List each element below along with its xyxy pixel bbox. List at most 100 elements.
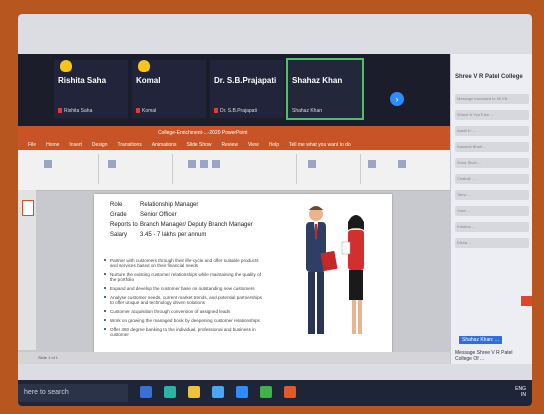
zoom-icon[interactable] — [236, 386, 248, 398]
man-leg — [308, 272, 315, 334]
taskbar-search[interactable]: here to search — [18, 384, 128, 402]
salary-value: 3.45 - 7 lakhs per annum — [140, 232, 207, 238]
bold-icon[interactable] — [188, 160, 196, 168]
bullet-item: Offer 360 degree banking to the individu… — [104, 327, 264, 337]
tab-file[interactable]: File — [28, 140, 36, 150]
participant-name: Rishita Saha — [58, 76, 107, 85]
tab-animations[interactable]: Animations — [152, 140, 177, 150]
grade-key: Grade — [110, 212, 127, 218]
tell-me-search[interactable]: Tell me what you want to do — [289, 140, 351, 150]
chat-message: Tanvi ... — [455, 190, 529, 200]
woman-leg — [358, 300, 362, 334]
tab-view[interactable]: View — [248, 140, 259, 150]
business-people-illustration — [306, 206, 364, 334]
underline-icon[interactable] — [212, 160, 220, 168]
unread-indicator — [521, 296, 532, 306]
participant-sub: Komal — [142, 108, 157, 114]
slide-thumbnails — [18, 190, 36, 350]
monitor-frame: Rishita Saha Rishita Saha Komal Komal Dr… — [18, 14, 532, 406]
role-key: Role — [110, 202, 123, 208]
grade-value: Senior Officer — [140, 212, 177, 218]
tab-home[interactable]: Home — [46, 140, 59, 150]
chat-message: Chaitali ... — [455, 174, 529, 184]
bullet-list: Partner with customers through their lif… — [104, 258, 264, 341]
mic-muted-icon — [214, 108, 218, 114]
man-leg — [317, 272, 324, 334]
raised-hand-icon — [138, 60, 150, 72]
grade-row: Grade Senior Officer — [110, 212, 177, 218]
participant-name: Dr. S.B.Prajapati — [214, 76, 277, 85]
powerpoint-icon[interactable] — [284, 386, 296, 398]
reports-key: Reports to — [110, 222, 138, 228]
chat-recipient-tag[interactable]: Shahaz Khan: ... — [459, 336, 502, 344]
chat-message: Message truncated to 96 KB — [455, 94, 529, 104]
desktop-screen: Rishita Saha Rishita Saha Komal Komal Dr… — [18, 14, 532, 406]
chat-message: Disha ... — [455, 238, 529, 248]
paper-sheet — [341, 241, 351, 255]
bullet-item: Expand and develop the customer base on … — [104, 286, 264, 291]
bullet-item: Nurture the existing customer relationsh… — [104, 272, 264, 282]
tab-slideshow[interactable]: Slide Show — [187, 140, 212, 150]
windows-taskbar: here to search ENG IN — [18, 380, 532, 406]
paste-icon[interactable] — [44, 160, 52, 168]
mic-muted-icon — [58, 108, 62, 114]
man-tie — [315, 224, 317, 238]
mic-muted-icon — [136, 108, 140, 114]
find-icon[interactable] — [398, 160, 406, 168]
store-icon[interactable] — [212, 386, 224, 398]
participant-sub: Dr. S.B.Prajapati — [220, 108, 257, 114]
participant-tile[interactable]: Dr. S.B.Prajapati Dr. S.B.Prajapati — [210, 60, 284, 118]
tab-design[interactable]: Design — [92, 140, 108, 150]
task-view-icon[interactable] — [140, 386, 152, 398]
edge-icon[interactable] — [164, 386, 176, 398]
region-indicator: IN — [521, 392, 526, 398]
bullet-item: Partner with customers through their lif… — [104, 258, 264, 268]
status-bar: Slide 1 of 1 — [18, 352, 450, 364]
clipboard-group — [38, 154, 99, 184]
shapes-icon[interactable] — [368, 160, 376, 168]
participant-name: Shahaz Khan — [292, 76, 343, 85]
participant-tile[interactable]: Rishita Saha Rishita Saha — [54, 60, 128, 118]
participant-tile[interactable]: Komal Komal — [132, 60, 206, 118]
participant-name: Komal — [136, 76, 161, 85]
system-tray: ENG IN — [515, 386, 526, 398]
slides-group — [102, 154, 173, 184]
man-hair — [309, 206, 323, 210]
salary-key: Salary — [110, 232, 128, 238]
file-explorer-icon[interactable] — [188, 386, 200, 398]
tab-transitions[interactable]: Transitions — [118, 140, 142, 150]
ribbon-tabs: File Home Insert Design Transitions Anim… — [18, 140, 450, 150]
woman-leg — [352, 300, 356, 334]
tab-insert[interactable]: Insert — [69, 140, 82, 150]
tab-help[interactable]: Help — [269, 140, 279, 150]
participant-sub: Shahaz Khan — [292, 108, 323, 114]
bullet-item: Work on growing the managed book by deep… — [104, 318, 264, 323]
raised-hand-icon — [60, 60, 72, 72]
whatsapp-icon[interactable] — [260, 386, 272, 398]
woman-hair — [348, 215, 364, 230]
chat-message: Yash ... — [455, 206, 529, 216]
participant-tile-active[interactable]: Shahaz Khan Shahaz Khan — [286, 58, 364, 120]
role-row: Role Relationship Manager — [110, 202, 198, 208]
slide-thumbnail[interactable] — [22, 200, 34, 216]
chat-message: Aashi K: ... — [455, 126, 529, 136]
chat-message: Krishna ... — [455, 222, 529, 232]
bullet-item: Customer acquisition through conversion … — [104, 309, 264, 314]
italic-icon[interactable] — [200, 160, 208, 168]
woman-skirt — [349, 270, 363, 300]
bullet-item: Analyse customer needs, current market t… — [104, 295, 264, 305]
reports-value: Branch Manager/ Deputy Branch Manager — [140, 222, 253, 228]
bullets-icon[interactable] — [308, 160, 316, 168]
participant-strip: Rishita Saha Rishita Saha Komal Komal Dr… — [18, 54, 450, 126]
chat-message: Shanti N YouTube ... — [455, 110, 529, 120]
slide-canvas[interactable]: Role Relationship Manager Grade Senior Off… — [94, 194, 392, 358]
next-page-button[interactable]: › — [390, 92, 404, 106]
ribbon-toolbar — [18, 150, 450, 191]
participant-label: Shahaz Khan — [292, 108, 322, 114]
woman-top — [348, 230, 364, 270]
chat-message: Sona Shah ... — [455, 158, 529, 168]
chat-input[interactable]: Message Shree V R Patel College Of ... — [455, 350, 529, 362]
window-title: College-Enrichment-...-2020 PowerPoint — [18, 126, 450, 140]
new-slide-icon[interactable] — [108, 160, 116, 168]
tab-review[interactable]: Review — [222, 140, 238, 150]
